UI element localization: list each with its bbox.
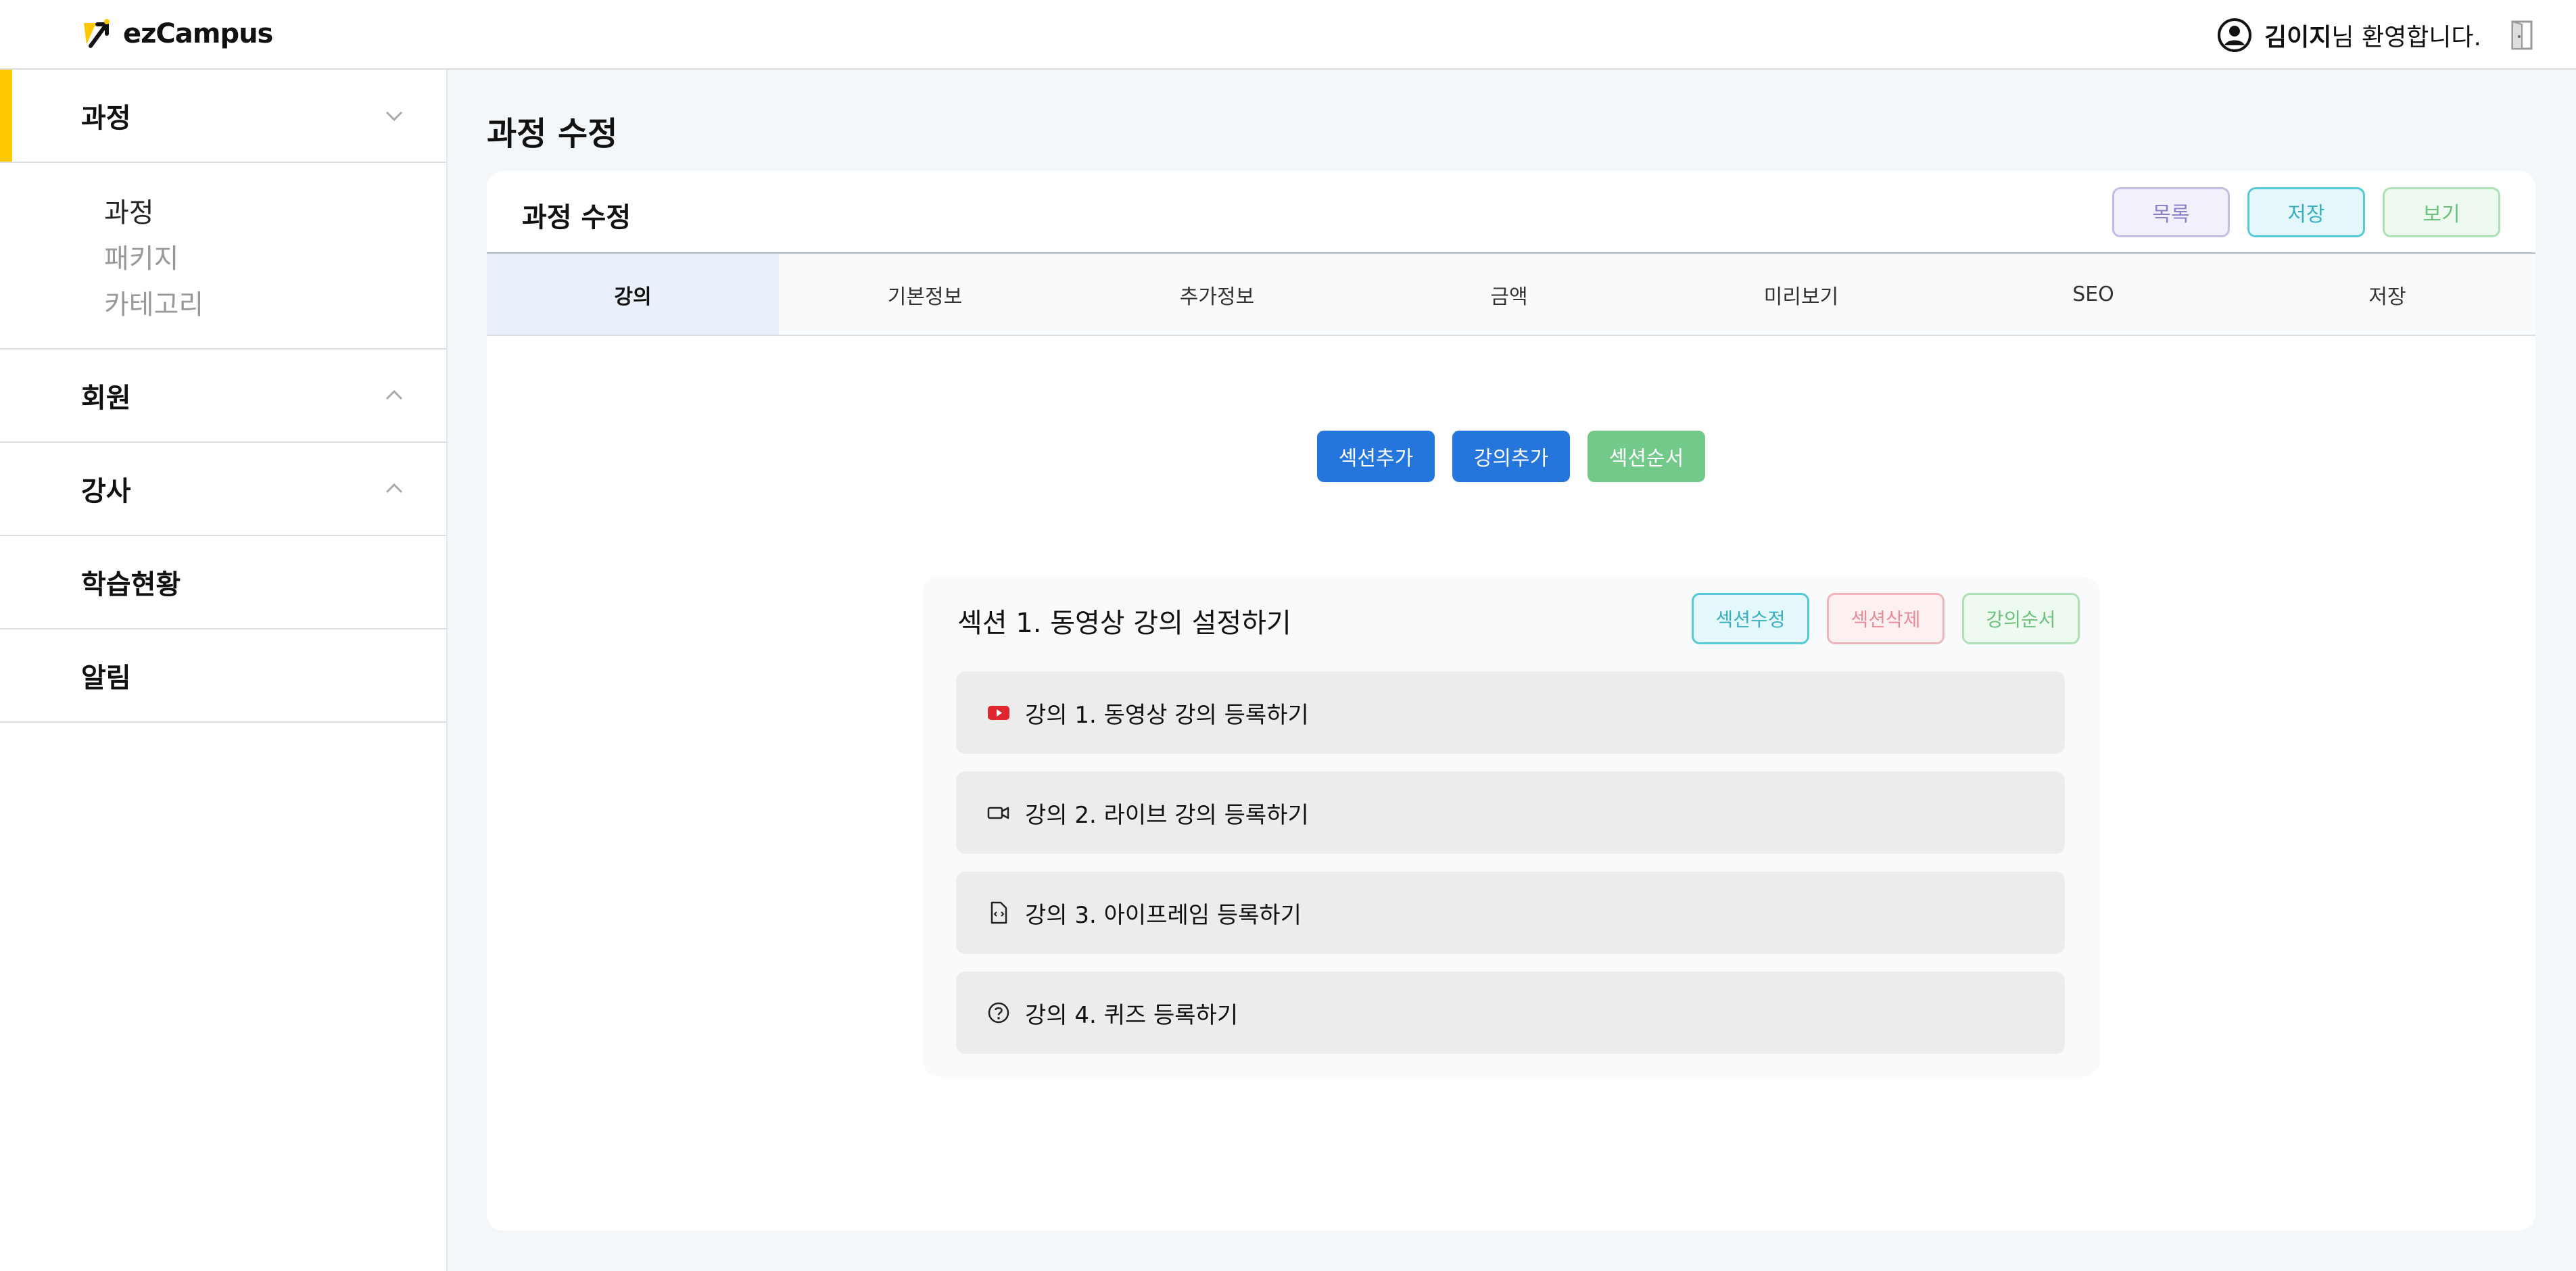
user-area: 김이지 님 환영합니다.: [2217, 16, 2535, 54]
section-title: 섹션 1. 동영상 강의 설정하기: [957, 608, 1291, 639]
sidebar-item-category[interactable]: 카테고리: [104, 282, 446, 328]
lecture-order-button[interactable]: 강의순서: [1962, 593, 2080, 644]
card-title: 과정 수정: [522, 202, 631, 233]
chevron-up-icon: [385, 389, 403, 400]
page-title: 과정 수정: [487, 115, 618, 153]
question-circle-icon: [988, 1002, 1009, 1024]
sidebar-menu-label: 알림: [81, 663, 131, 694]
lecture-label: 강의 4. 퀴즈 등록하기: [1025, 1001, 1239, 1029]
tab-bar: 강의 기본정보 추가정보 금액 미리보기 SEO 저장: [487, 252, 2535, 336]
tab-preview[interactable]: 미리보기: [1655, 254, 1947, 335]
tab-extra-info[interactable]: 추가정보: [1071, 254, 1363, 335]
sidebar-item-course[interactable]: 과정: [104, 190, 446, 236]
sidebar-menu-member[interactable]: 회원: [0, 350, 446, 443]
sidebar: 과정 과정 패키지 카테고리 회원 강사 학습현황 알림: [0, 70, 448, 1271]
sidebar-menu-learning-status[interactable]: 학습현황: [0, 536, 446, 629]
sidebar-submenu-course: 과정 패키지 카테고리: [0, 163, 446, 350]
tab-lecture[interactable]: 강의: [487, 254, 779, 335]
add-section-button[interactable]: 섹션추가: [1317, 431, 1435, 482]
youtube-icon: [988, 706, 1009, 720]
list-button[interactable]: 목록: [2112, 187, 2230, 237]
tab-basic-info[interactable]: 기본정보: [779, 254, 1071, 335]
logo[interactable]: ezCampus: [80, 18, 273, 50]
sidebar-menu-instructor[interactable]: 강사: [0, 443, 446, 536]
course-edit-card: 과정 수정 목록 저장 보기 강의 기본정보 추가정보 금액 미리보기 SEO …: [487, 171, 2535, 1230]
section-order-button[interactable]: 섹션순서: [1588, 431, 1705, 482]
lecture-item[interactable]: 강의 4. 퀴즈 등록하기: [956, 972, 2065, 1054]
tab-seo[interactable]: SEO: [1947, 254, 2239, 335]
logout-door-icon[interactable]: [2508, 19, 2535, 51]
user-avatar-icon[interactable]: [2217, 18, 2252, 53]
user-name: 김이지: [2264, 24, 2332, 51]
lecture-item[interactable]: 강의 2. 라이브 강의 등록하기: [956, 771, 2065, 854]
lecture-item[interactable]: 강의 3. 아이프레임 등록하기: [956, 871, 2065, 954]
video-camera-icon: [987, 807, 1009, 819]
chevron-up-icon: [385, 483, 403, 494]
lecture-label: 강의 3. 아이프레임 등록하기: [1025, 901, 1302, 929]
view-button[interactable]: 보기: [2383, 187, 2500, 237]
tab-save[interactable]: 저장: [2239, 254, 2535, 335]
sidebar-item-package[interactable]: 패키지: [104, 236, 446, 282]
sidebar-menu-label: 회원: [81, 383, 131, 414]
code-file-icon: [991, 901, 1007, 924]
save-button[interactable]: 저장: [2247, 187, 2365, 237]
sidebar-menu-notification[interactable]: 알림: [0, 629, 446, 723]
section-delete-button[interactable]: 섹션삭제: [1827, 593, 1945, 644]
tab-price[interactable]: 금액: [1363, 254, 1655, 335]
lecture-label: 강의 1. 동영상 강의 등록하기: [1025, 701, 1309, 729]
logo-arrow-icon: [84, 19, 110, 48]
logo-text: ezCampus: [123, 18, 273, 49]
sidebar-menu-label: 과정: [81, 103, 131, 134]
sidebar-menu-label: 강사: [81, 476, 131, 507]
lecture-item[interactable]: 강의 1. 동영상 강의 등록하기: [956, 671, 2065, 754]
section-edit-button[interactable]: 섹션수정: [1692, 593, 1809, 644]
lecture-label: 강의 2. 라이브 강의 등록하기: [1025, 801, 1309, 829]
sidebar-menu-label: 학습현황: [81, 569, 181, 600]
user-greeting: 님 환영합니다.: [2331, 24, 2481, 51]
sidebar-menu-course[interactable]: 과정: [0, 70, 446, 163]
top-header: ezCampus 김이지 님 환영합니다.: [0, 0, 2576, 70]
chevron-down-icon: [385, 111, 403, 122]
add-lecture-button[interactable]: 강의추가: [1452, 431, 1570, 482]
section-panel: 섹션 1. 동영상 강의 설정하기 섹션수정 섹션삭제 강의순서 강의 1. 동…: [922, 577, 2100, 1077]
